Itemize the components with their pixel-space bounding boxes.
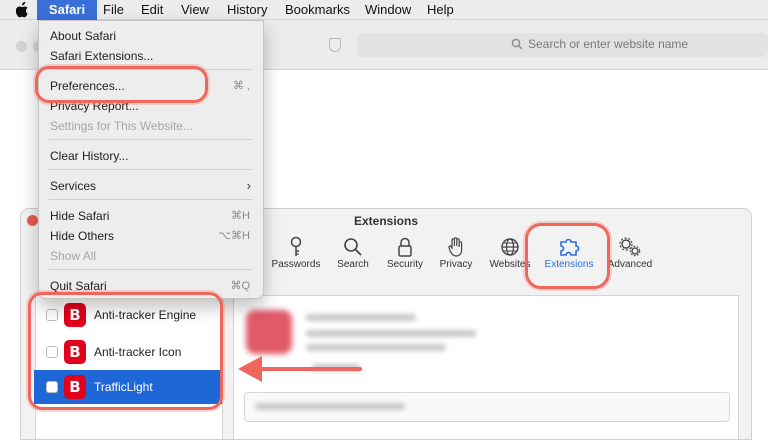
screenshot: Search or enter website name Extensions …	[0, 0, 768, 440]
annotation-arrow-icon	[238, 356, 362, 382]
